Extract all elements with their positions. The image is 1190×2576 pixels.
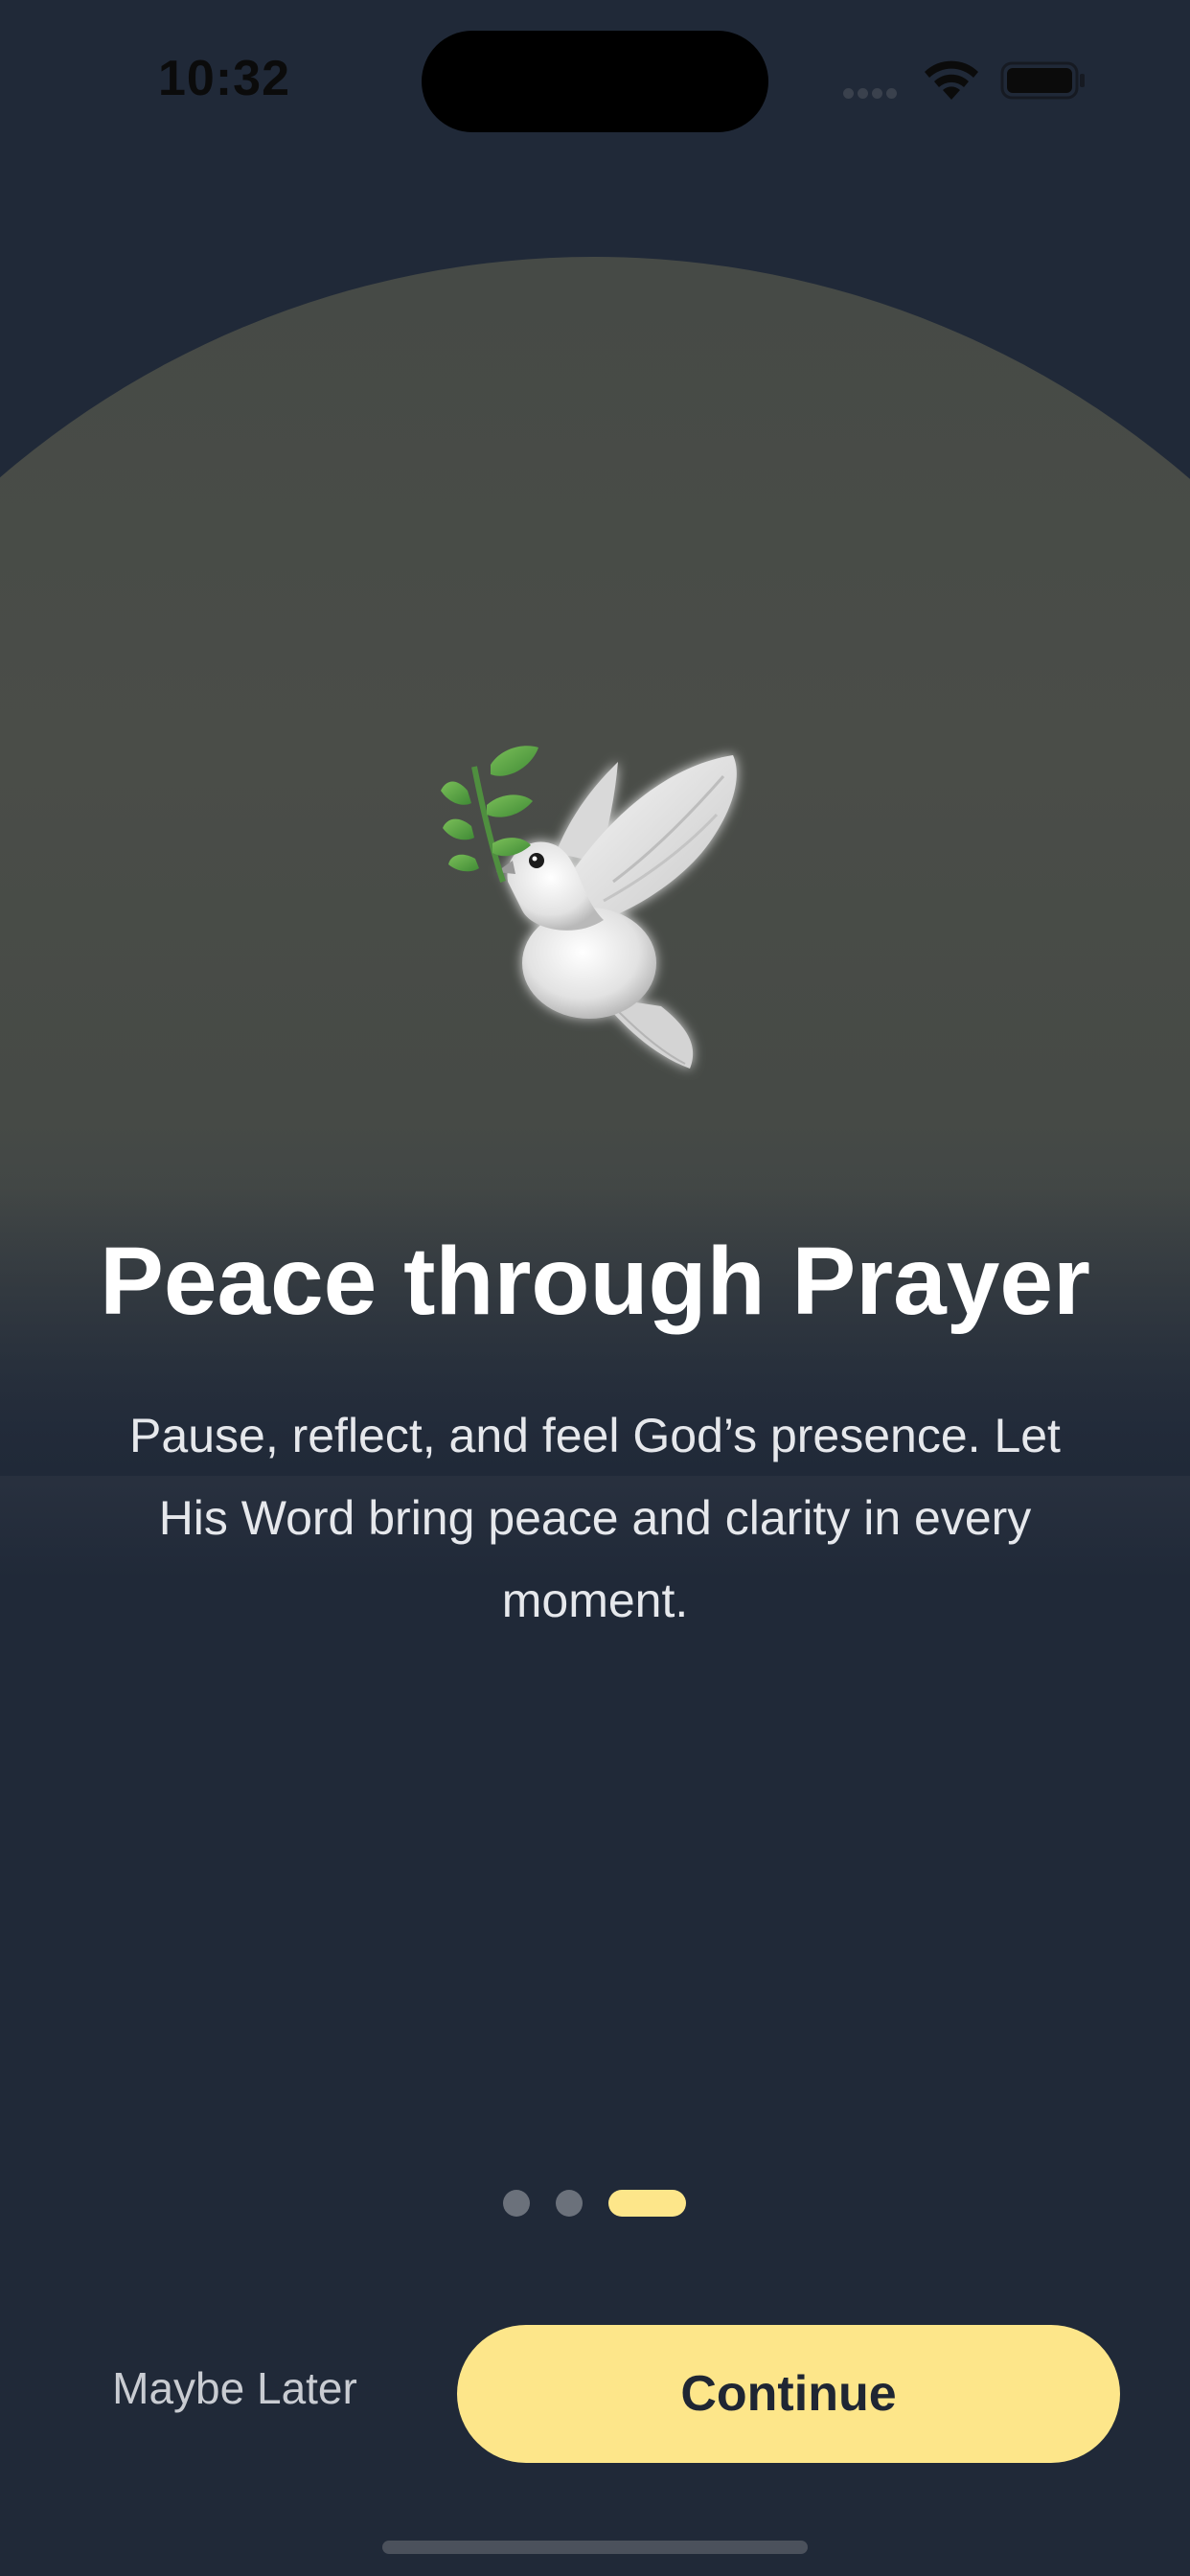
continue-button[interactable]: Continue: [457, 2325, 1120, 2463]
page-dot-2[interactable]: [556, 2190, 583, 2217]
cellular-signal-icon: [843, 86, 906, 100]
dynamic-island: [422, 31, 768, 132]
status-time: 10:32: [158, 51, 290, 106]
maybe-later-button[interactable]: Maybe Later: [96, 2362, 374, 2414]
page-description: Pause, reflect, and feel God’s presence.…: [129, 1409, 1061, 1627]
dove-icon: [441, 746, 737, 1069]
hero-backdrop: [0, 257, 1190, 2078]
page-title: Peace through Prayer: [100, 1228, 1090, 1335]
page-dot-3-active[interactable]: [608, 2190, 686, 2217]
continue-button-label: Continue: [680, 2366, 897, 2422]
battery-icon: [1000, 61, 1085, 100]
onboarding-screen: 10:32 Peace through Prayer Pause, reflec…: [0, 0, 1190, 2576]
page-dot-1[interactable]: [503, 2190, 530, 2217]
wifi-icon: [925, 60, 978, 100]
home-indicator[interactable]: [382, 2541, 808, 2554]
